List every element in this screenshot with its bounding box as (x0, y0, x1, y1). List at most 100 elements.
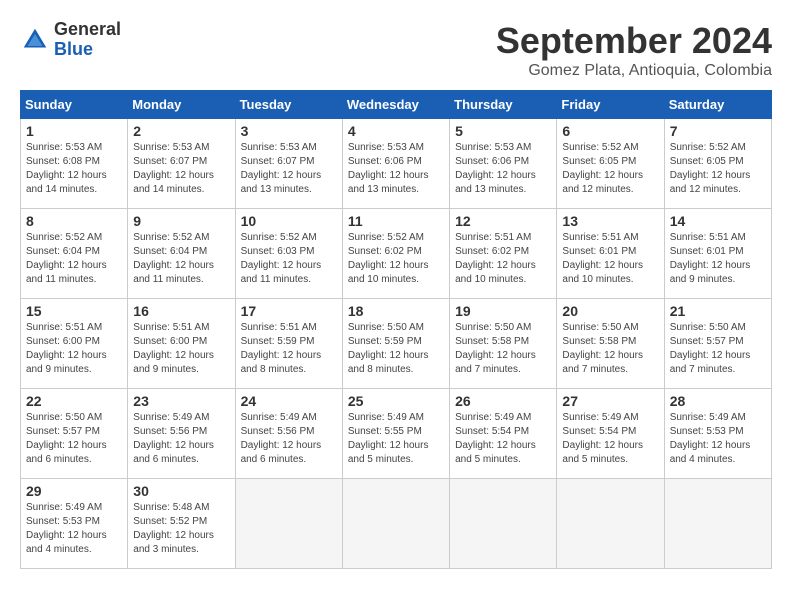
calendar-cell: 27 Sunrise: 5:49 AMSunset: 5:54 PMDayligh… (557, 389, 664, 479)
day-info: Sunrise: 5:53 AMSunset: 6:06 PMDaylight:… (348, 141, 444, 197)
col-thursday: Thursday (450, 91, 557, 119)
day-number: 23 (133, 393, 229, 409)
day-info: Sunrise: 5:50 AMSunset: 5:59 PMDaylight:… (348, 321, 444, 377)
day-number: 12 (455, 213, 551, 229)
day-info: Sunrise: 5:49 AMSunset: 5:54 PMDaylight:… (562, 411, 658, 467)
day-info: Sunrise: 5:53 AMSunset: 6:08 PMDaylight:… (26, 141, 122, 197)
day-number: 30 (133, 483, 229, 499)
col-sunday: Sunday (21, 91, 128, 119)
title-section: September 2024 Gomez Plata, Antioquia, C… (496, 20, 772, 80)
logo: General Blue (20, 20, 121, 60)
day-number: 20 (562, 303, 658, 319)
calendar-cell (557, 479, 664, 569)
day-info: Sunrise: 5:49 AMSunset: 5:54 PMDaylight:… (455, 411, 551, 467)
day-number: 4 (348, 123, 444, 139)
calendar-cell: 30 Sunrise: 5:48 AMSunset: 5:52 PMDayligh… (128, 479, 235, 569)
calendar-cell: 29 Sunrise: 5:49 AMSunset: 5:53 PMDayligh… (21, 479, 128, 569)
calendar-cell: 5 Sunrise: 5:53 AMSunset: 6:06 PMDaylight… (450, 119, 557, 209)
day-info: Sunrise: 5:52 AMSunset: 6:03 PMDaylight:… (241, 231, 337, 287)
calendar-cell: 23 Sunrise: 5:49 AMSunset: 5:56 PMDayligh… (128, 389, 235, 479)
day-info: Sunrise: 5:48 AMSunset: 5:52 PMDaylight:… (133, 501, 229, 557)
day-number: 6 (562, 123, 658, 139)
day-number: 26 (455, 393, 551, 409)
day-info: Sunrise: 5:50 AMSunset: 5:58 PMDaylight:… (562, 321, 658, 377)
calendar-cell: 3Sunrise: 5:53 AMSunset: 6:07 PMDaylight… (235, 119, 342, 209)
calendar-week-row: 29 Sunrise: 5:49 AMSunset: 5:53 PMDayligh… (21, 479, 772, 569)
calendar-cell: 9Sunrise: 5:52 AMSunset: 6:04 PMDaylight… (128, 209, 235, 299)
day-info: Sunrise: 5:50 AMSunset: 5:57 PMDaylight:… (670, 321, 766, 377)
logo-icon (20, 25, 50, 55)
day-number: 28 (670, 393, 766, 409)
day-number: 21 (670, 303, 766, 319)
day-info: Sunrise: 5:49 AMSunset: 5:53 PMDaylight:… (670, 411, 766, 467)
calendar-cell: 7 Sunrise: 5:52 AMSunset: 6:05 PMDaylight… (664, 119, 771, 209)
header: General Blue September 2024 Gomez Plata,… (20, 20, 772, 80)
day-number: 13 (562, 213, 658, 229)
day-info: Sunrise: 5:51 AMSunset: 6:00 PMDaylight:… (26, 321, 122, 377)
day-info: Sunrise: 5:50 AMSunset: 5:57 PMDaylight:… (26, 411, 122, 467)
calendar-cell: 28 Sunrise: 5:49 AMSunset: 5:53 PMDayligh… (664, 389, 771, 479)
day-info: Sunrise: 5:51 AMSunset: 6:02 PMDaylight:… (455, 231, 551, 287)
calendar-cell: 4 Sunrise: 5:53 AMSunset: 6:06 PMDaylight… (342, 119, 449, 209)
calendar-cell: 17 Sunrise: 5:51 AMSunset: 5:59 PMDayligh… (235, 299, 342, 389)
day-number: 9 (133, 213, 229, 229)
calendar-cell: 13 Sunrise: 5:51 AMSunset: 6:01 PMDayligh… (557, 209, 664, 299)
calendar-cell (664, 479, 771, 569)
day-info: Sunrise: 5:51 AMSunset: 6:00 PMDaylight:… (133, 321, 229, 377)
day-info: Sunrise: 5:53 AMSunset: 6:07 PMDaylight:… (133, 141, 229, 197)
calendar-table: Sunday Monday Tuesday Wednesday Thursday… (20, 90, 772, 569)
calendar-week-row: 22Sunrise: 5:50 AMSunset: 5:57 PMDayligh… (21, 389, 772, 479)
calendar-cell: 19 Sunrise: 5:50 AMSunset: 5:58 PMDayligh… (450, 299, 557, 389)
calendar-cell: 21 Sunrise: 5:50 AMSunset: 5:57 PMDayligh… (664, 299, 771, 389)
day-info: Sunrise: 5:52 AMSunset: 6:02 PMDaylight:… (348, 231, 444, 287)
calendar-cell: 22Sunrise: 5:50 AMSunset: 5:57 PMDayligh… (21, 389, 128, 479)
calendar-cell: 25 Sunrise: 5:49 AMSunset: 5:55 PMDayligh… (342, 389, 449, 479)
day-info: Sunrise: 5:49 AMSunset: 5:56 PMDaylight:… (241, 411, 337, 467)
col-wednesday: Wednesday (342, 91, 449, 119)
day-number: 14 (670, 213, 766, 229)
calendar-cell (235, 479, 342, 569)
calendar-cell: 14 Sunrise: 5:51 AMSunset: 6:01 PMDayligh… (664, 209, 771, 299)
day-number: 19 (455, 303, 551, 319)
col-tuesday: Tuesday (235, 91, 342, 119)
col-monday: Monday (128, 91, 235, 119)
calendar-cell: 11 Sunrise: 5:52 AMSunset: 6:02 PMDayligh… (342, 209, 449, 299)
calendar-cell: 6 Sunrise: 5:52 AMSunset: 6:05 PMDaylight… (557, 119, 664, 209)
day-number: 29 (26, 483, 122, 499)
day-info: Sunrise: 5:51 AMSunset: 5:59 PMDaylight:… (241, 321, 337, 377)
day-number: 7 (670, 123, 766, 139)
subtitle: Gomez Plata, Antioquia, Colombia (496, 62, 772, 80)
calendar-cell: 8Sunrise: 5:52 AMSunset: 6:04 PMDaylight… (21, 209, 128, 299)
day-info: Sunrise: 5:51 AMSunset: 6:01 PMDaylight:… (670, 231, 766, 287)
calendar-cell (342, 479, 449, 569)
main-title: September 2024 (496, 20, 772, 62)
day-number: 18 (348, 303, 444, 319)
calendar-cell: 12 Sunrise: 5:51 AMSunset: 6:02 PMDayligh… (450, 209, 557, 299)
calendar-week-row: 8Sunrise: 5:52 AMSunset: 6:04 PMDaylight… (21, 209, 772, 299)
day-number: 11 (348, 213, 444, 229)
day-number: 17 (241, 303, 337, 319)
calendar-cell: 16Sunrise: 5:51 AMSunset: 6:00 PMDayligh… (128, 299, 235, 389)
calendar-cell: 15 Sunrise: 5:51 AMSunset: 6:00 PMDayligh… (21, 299, 128, 389)
day-number: 25 (348, 393, 444, 409)
day-number: 8 (26, 213, 122, 229)
day-info: Sunrise: 5:53 AMSunset: 6:06 PMDaylight:… (455, 141, 551, 197)
day-info: Sunrise: 5:53 AMSunset: 6:07 PMDaylight:… (241, 141, 337, 197)
day-number: 15 (26, 303, 122, 319)
calendar-cell: 2Sunrise: 5:53 AMSunset: 6:07 PMDaylight… (128, 119, 235, 209)
day-number: 10 (241, 213, 337, 229)
header-row: Sunday Monday Tuesday Wednesday Thursday… (21, 91, 772, 119)
day-info: Sunrise: 5:49 AMSunset: 5:56 PMDaylight:… (133, 411, 229, 467)
day-info: Sunrise: 5:52 AMSunset: 6:05 PMDaylight:… (670, 141, 766, 197)
day-number: 27 (562, 393, 658, 409)
calendar-cell: 24Sunrise: 5:49 AMSunset: 5:56 PMDayligh… (235, 389, 342, 479)
day-info: Sunrise: 5:49 AMSunset: 5:55 PMDaylight:… (348, 411, 444, 467)
day-info: Sunrise: 5:51 AMSunset: 6:01 PMDaylight:… (562, 231, 658, 287)
day-info: Sunrise: 5:52 AMSunset: 6:05 PMDaylight:… (562, 141, 658, 197)
day-info: Sunrise: 5:49 AMSunset: 5:53 PMDaylight:… (26, 501, 122, 557)
day-number: 5 (455, 123, 551, 139)
day-info: Sunrise: 5:50 AMSunset: 5:58 PMDaylight:… (455, 321, 551, 377)
calendar-cell (450, 479, 557, 569)
logo-text: General Blue (54, 20, 121, 60)
calendar-cell: 26 Sunrise: 5:49 AMSunset: 5:54 PMDayligh… (450, 389, 557, 479)
